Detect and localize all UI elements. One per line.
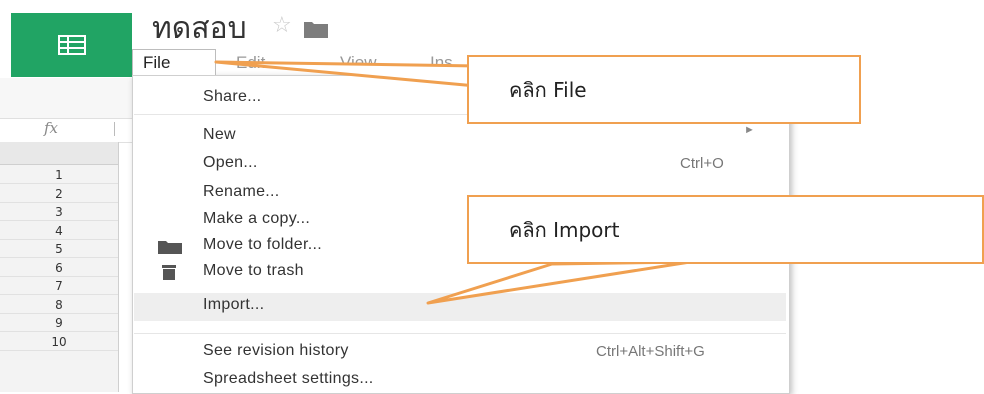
menu-item-new[interactable]: New xyxy=(203,126,236,144)
column-header-corner xyxy=(0,142,118,165)
callout-click-import: คลิก Import xyxy=(467,195,984,264)
row-header[interactable]: 7 xyxy=(0,277,118,295)
menu-file[interactable]: File xyxy=(132,49,216,75)
row-header[interactable]: 1 xyxy=(0,166,118,184)
star-icon[interactable]: ☆ xyxy=(272,14,292,36)
revision-history-shortcut: Ctrl+Alt+Shift+G xyxy=(596,343,705,360)
menu-insert[interactable]: Ins xyxy=(430,53,453,73)
folder-icon xyxy=(158,241,182,254)
document-title[interactable]: ทดสอบ xyxy=(152,14,247,44)
open-shortcut: Ctrl+O xyxy=(680,155,724,172)
row-header[interactable]: 8 xyxy=(0,296,118,314)
trash-icon xyxy=(162,265,176,280)
menu-view[interactable]: View xyxy=(340,53,377,73)
callout-click-file: คลิก File xyxy=(467,55,861,124)
menu-item-rename[interactable]: Rename... xyxy=(203,183,280,201)
formula-separator xyxy=(114,122,115,136)
menu-item-make-copy[interactable]: Make a copy... xyxy=(203,210,310,228)
menu-item-move-to-folder[interactable]: Move to folder... xyxy=(203,236,322,254)
menu-item-spreadsheet-settings[interactable]: Spreadsheet settings... xyxy=(203,370,374,388)
menu-divider xyxy=(134,333,786,334)
row-header[interactable]: 4 xyxy=(0,222,118,240)
sheets-icon xyxy=(57,35,86,55)
submenu-arrow-icon: ► xyxy=(744,124,755,136)
row-header[interactable]: 3 xyxy=(0,203,118,221)
fx-label: fx xyxy=(44,119,59,137)
menu-item-revision-history[interactable]: See revision history xyxy=(203,342,349,360)
menu-item-import[interactable]: Import... xyxy=(203,296,264,314)
menu-edit[interactable]: Edit xyxy=(236,53,265,73)
menu-item-move-to-trash[interactable]: Move to trash xyxy=(203,262,304,280)
row-header[interactable]: 9 xyxy=(0,314,118,332)
row-header[interactable]: 10 xyxy=(0,333,118,351)
row-header[interactable]: 6 xyxy=(0,259,118,277)
menu-item-open[interactable]: Open... xyxy=(203,154,258,172)
row-header[interactable]: 2 xyxy=(0,185,118,203)
row-header[interactable]: 5 xyxy=(0,240,118,258)
folder-icon[interactable] xyxy=(304,20,328,38)
sheets-logo[interactable] xyxy=(11,13,132,77)
menu-item-share[interactable]: Share... xyxy=(203,88,261,106)
